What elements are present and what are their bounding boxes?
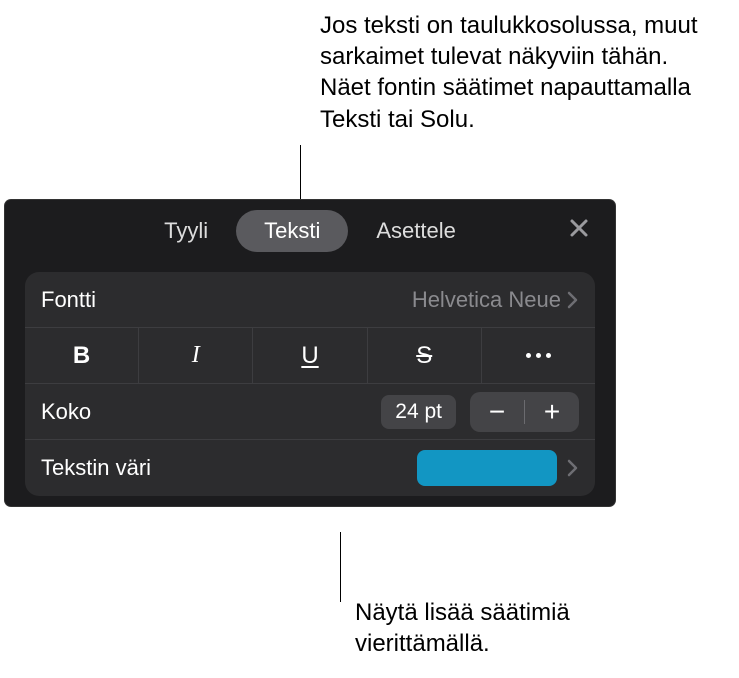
strike-glyph: S [416, 342, 432, 370]
font-row[interactable]: Fontti Helvetica Neue [25, 272, 595, 328]
size-value[interactable]: 24 pt [381, 395, 456, 429]
chevron-right-icon [567, 290, 579, 310]
color-swatch[interactable] [417, 450, 557, 486]
callout-top-text: Jos teksti on taulukkosolussa, muut sark… [320, 10, 720, 135]
italic-button[interactable]: I [139, 328, 253, 383]
callout-top-line [300, 145, 301, 201]
size-stepper: − + [470, 392, 579, 432]
format-row: B I U S [25, 328, 595, 384]
close-button[interactable] [563, 214, 595, 246]
close-icon [567, 216, 591, 245]
size-decrease-button[interactable]: − [470, 392, 524, 432]
format-panel: Tyyli Teksti Asettele Fontti Helvetica N… [5, 200, 615, 506]
font-value: Helvetica Neue [412, 287, 561, 313]
underline-button[interactable]: U [253, 328, 367, 383]
chevron-right-icon [567, 458, 579, 478]
tab-bar: Tyyli Teksti Asettele [5, 200, 615, 266]
size-row: Koko 24 pt − + [25, 384, 595, 440]
size-label: Koko [41, 399, 381, 425]
bold-button[interactable]: B [25, 328, 139, 383]
minus-icon: − [489, 396, 505, 428]
settings-card: Fontti Helvetica Neue B I U S [25, 272, 595, 496]
font-label: Fontti [41, 287, 412, 313]
tab-group: Tyyli Teksti Asettele [19, 210, 601, 252]
tab-arrange[interactable]: Asettele [348, 210, 484, 252]
strikethrough-button[interactable]: S [368, 328, 482, 383]
tab-style[interactable]: Tyyli [136, 210, 236, 252]
size-increase-button[interactable]: + [525, 392, 579, 432]
tab-text[interactable]: Teksti [236, 210, 348, 252]
text-color-label: Tekstin väri [41, 455, 417, 481]
more-options-button[interactable] [482, 328, 595, 383]
callout-bottom-text: Näytä lisää säätimiä vierittämällä. [355, 597, 675, 659]
plus-icon: + [544, 396, 560, 428]
text-color-row[interactable]: Tekstin väri [25, 440, 595, 496]
callout-bottom-line [340, 532, 341, 602]
more-icon [526, 353, 551, 358]
underline-glyph: U [301, 342, 318, 370]
